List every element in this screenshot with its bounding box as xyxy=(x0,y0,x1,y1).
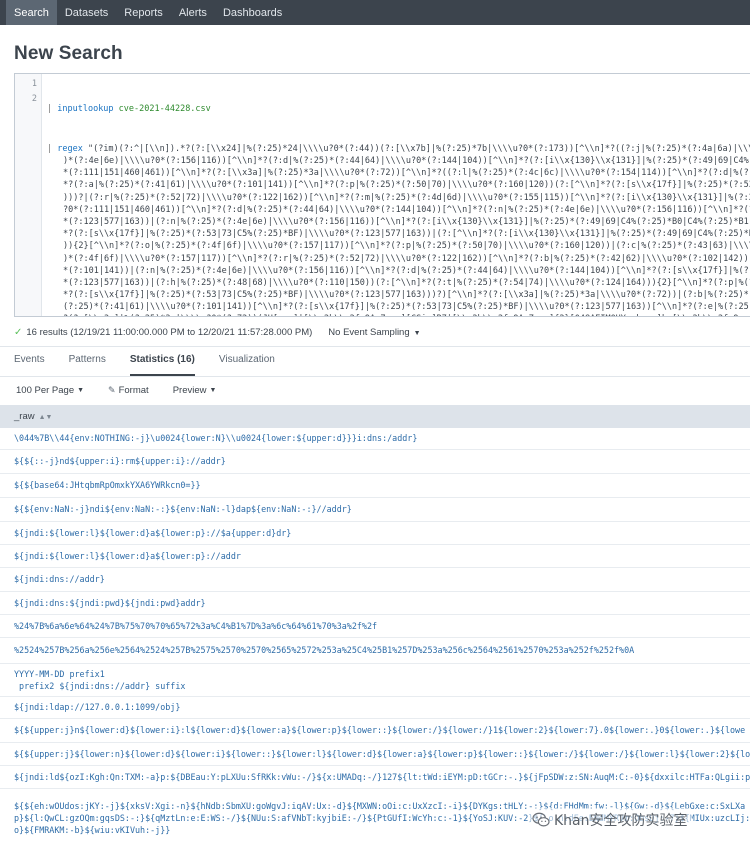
regex-line: )))?|(?:r|%(?:25)*(?:52|72)|\\\\u?0*(?:1… xyxy=(63,192,750,203)
table-row[interactable]: ${${upper:j}n${lower:d}${lower:i}:l${low… xyxy=(0,719,750,743)
raw-cell-line: ${jndi:dns://addr} xyxy=(14,574,105,584)
regex-line: *(?:111|151|460|461))[^\\n]*?(?:[\\x3a]|… xyxy=(63,168,750,179)
sort-icon: ▲▼ xyxy=(38,414,53,421)
column-header-raw[interactable]: _raw ▲▼ xyxy=(14,411,52,422)
raw-cell-line: %24%7B%6a%6e%64%24%7B%75%70%70%65%72%3a%… xyxy=(14,621,378,631)
tab-patterns[interactable]: Patterns xyxy=(69,348,106,376)
nav-reports[interactable]: Reports xyxy=(116,0,171,25)
event-sampling-label: No Event Sampling xyxy=(328,326,410,338)
table-row[interactable]: ${jndi:ld${ozI:Kgh:Qn:TXM:-a}p:${DBEau:Y… xyxy=(0,766,750,789)
raw-cell-line: ${jndi:${lower:l}${lower:d}a${lower:p}:/… xyxy=(14,528,292,538)
table-row[interactable]: \044%7B\\44{env:NOTHING:-j}\u0024{lower:… xyxy=(0,428,750,450)
watermark-text: Khan安全攻防实验室 xyxy=(554,813,688,829)
regex-line: *(?:123|577|163))|(?:n|%(?:25)*(?:4e|6e)… xyxy=(63,216,750,227)
event-sampling-dropdown[interactable]: No Event Sampling ▼ xyxy=(328,327,420,338)
raw-cell-line: ${${upper:j}${lower:n}${lower:d}${lower:… xyxy=(14,749,750,759)
table-row[interactable]: %2524%257B%256a%256e%2564%2524%257B%2575… xyxy=(0,638,750,664)
caret-down-icon: ▼ xyxy=(209,386,217,394)
watermark: Khan安全攻防实验室 xyxy=(528,808,692,832)
regex-line: )*(?:4f|6f)|\\\\u?0*(?:157|117))[^\\n]*?… xyxy=(63,253,750,264)
nav-datasets[interactable]: Datasets xyxy=(57,0,116,25)
search-editor[interactable]: 1 2 | inputlookup cve-2021-44228.csv | r… xyxy=(14,73,750,317)
per-page-dropdown[interactable]: 100 Per Page ▼ xyxy=(16,385,84,396)
caret-down-icon: ▼ xyxy=(77,386,85,394)
command-inputlookup: inputlookup xyxy=(57,104,114,115)
table-row[interactable]: ${jndi:${lower:l}${lower:d}a${lower:p}:/… xyxy=(0,545,750,568)
tab-statistics[interactable]: Statistics (16) xyxy=(129,348,195,376)
regex-line: )){2}[^\\n]*?(?:o|%(?:25)*(?:4f|6f)|\\\\… xyxy=(63,241,750,252)
table-row[interactable]: YYYY-MM-DD prefix1 prefix2 ${jndi:dns://… xyxy=(0,664,750,697)
regex-block: | regex "(?im)(?:^|[\\n]).*?(?:[\\x24]|%… xyxy=(47,143,750,316)
check-icon: ✓ xyxy=(14,326,23,338)
tab-events[interactable]: Events xyxy=(14,348,45,376)
pipe-char: | xyxy=(47,143,58,154)
line-number: 1 xyxy=(31,79,37,89)
tab-visualization[interactable]: Visualization xyxy=(219,348,275,376)
regex-line: *?(?:[s\\x{17f}]|%(?:25)*(?:53|73|C5%(?:… xyxy=(63,290,750,301)
results-count: 16 results (12/19/21 11:00:00.000 PM to … xyxy=(26,326,313,338)
top-nav: Search Datasets Reports Alerts Dashboards xyxy=(0,0,750,25)
table-row[interactable]: ${${base64:JHtqbmRpOmxkYXA6YWRkcn0=}} xyxy=(0,474,750,498)
per-page-label: 100 Per Page xyxy=(16,384,75,396)
raw-cell-line: \044%7B\\44{env:NOTHING:-j}\u0024{lower:… xyxy=(14,433,418,443)
regex-line: ?(?:[\\x3a]|%(?:25)*3a|\\\\u?0*(?:72))(J… xyxy=(63,314,750,316)
table-row[interactable]: ${${::-j}nd${upper:i}:rm${upper:i}://add… xyxy=(0,450,750,474)
divider xyxy=(0,346,750,347)
line-number: 2 xyxy=(31,94,37,104)
regex-line: *?(?:a|%(?:25)*(?:41|61)|\\\\u?0*(?:101|… xyxy=(63,180,750,191)
nav-dashboards[interactable]: Dashboards xyxy=(215,0,290,25)
regex-line: *(?:123|577|163))|(?:h|%(?:25)*(?:48|68)… xyxy=(63,277,750,288)
caret-down-icon: ▼ xyxy=(411,329,421,337)
nav-alerts[interactable]: Alerts xyxy=(171,0,215,25)
table-row[interactable]: %24%7B%6a%6e%64%24%7B%75%70%70%65%72%3a%… xyxy=(0,615,750,638)
raw-cell-line: YYYY-MM-DD prefix1 xyxy=(14,669,105,679)
table-row[interactable]: ${${upper:j}${lower:n}${lower:d}${lower:… xyxy=(0,743,750,766)
format-button[interactable]: ✎ Format xyxy=(108,385,149,396)
preview-label: Preview xyxy=(172,384,207,396)
pencil-icon: ✎ xyxy=(108,384,116,395)
raw-cell-line: ${${::-j}nd${upper:i}:rm${upper:i}://add… xyxy=(14,456,226,466)
table-row[interactable]: ${jndi:${lower:l}${lower:d}a${lower:p}:/… xyxy=(0,522,750,545)
table-row[interactable]: ${jndi:dns://addr} xyxy=(0,568,750,592)
regex-line: ?0*(?:111|151|460|461))[^\\n]*?(?:d|%(?:… xyxy=(63,204,750,215)
preview-dropdown[interactable]: Preview ▼ xyxy=(173,385,217,396)
command-regex: regex xyxy=(57,143,83,154)
table-header: _raw ▲▼ xyxy=(0,405,750,428)
nav-search[interactable]: Search xyxy=(6,0,57,25)
table-row[interactable]: ${jndi:ldap://127.0.0.1:1099/obj} xyxy=(0,697,750,719)
wechat-icon xyxy=(532,812,550,827)
lookup-filename: cve-2021-44228.csv xyxy=(113,104,211,115)
tabs-divider xyxy=(0,376,750,377)
raw-cell-line: ${jndi:dns:${jndi:pwd}${jndi:pwd}addr} xyxy=(14,598,206,608)
table-row[interactable]: ${${env:NaN:-j}ndi${env:NaN:-:}${env:NaN… xyxy=(0,498,750,522)
results-toolbar: 100 Per Page ▼ ✎ Format Preview ▼ xyxy=(16,381,240,399)
raw-cell-line: %2524%257B%256a%256e%2564%2524%257B%2575… xyxy=(14,645,635,655)
raw-cell-line: ${jndi:ldap://127.0.0.1:1099/obj} xyxy=(14,702,181,712)
raw-cell-line: o}${FMRAKM:-b}${wiu:vKIVuh:-j}} xyxy=(14,825,171,835)
regex-line: )*(?:4e|6e)|\\\\u?0*(?:156|116))[^\\n]*?… xyxy=(63,156,750,166)
column-label: _raw xyxy=(14,411,35,422)
raw-cell-line: ${jndi:${lower:l}${lower:d}a${lower:p}:/… xyxy=(14,551,241,561)
search-query[interactable]: | inputlookup cve-2021-44228.csv | regex… xyxy=(47,79,750,316)
regex-line: (?:25)*(?:41|61)|\\\\u?0*(?:101|141))[^\… xyxy=(63,302,750,313)
regex-line: "(?im)(?:^|[\\n]).*?(?:[\\x24]|%(?:25)*2… xyxy=(82,143,750,154)
raw-cell-line: ${${upper:j}n${lower:d}${lower:i}:l${low… xyxy=(14,725,746,735)
raw-cell-line: ${jndi:ld${ozI:Kgh:Qn:TXM:-a}p:${DBEau:Y… xyxy=(14,772,750,782)
regex-line: *(?:101|141))|(?:n|%(?:25)*(?:4e|6e)|\\\… xyxy=(63,265,750,276)
table-row[interactable]: ${jndi:dns:${jndi:pwd}${jndi:pwd}addr} xyxy=(0,592,750,615)
raw-cell-line: ${${env:NaN:-j}ndi${env:NaN:-:}${env:NaN… xyxy=(14,504,352,514)
results-tabs: Events Patterns Statistics (16) Visualizati… xyxy=(14,348,750,376)
line-number-gutter: 1 2 xyxy=(15,74,42,316)
pipe-char: | xyxy=(47,104,58,115)
format-label: Format xyxy=(118,384,149,396)
results-summary: ✓ 16 results (12/19/21 11:00:00.000 PM t… xyxy=(14,325,750,339)
regex-line: *?(?:[s\\x{17f}]|%(?:25)*(?:53|73|C5%(?:… xyxy=(63,229,750,240)
raw-cell-line: prefix2 ${jndi:dns://addr} suffix xyxy=(14,681,186,691)
raw-cell-line: ${${base64:JHtqbmRpOmxkYXA6YWRkcn0=}} xyxy=(14,480,201,490)
